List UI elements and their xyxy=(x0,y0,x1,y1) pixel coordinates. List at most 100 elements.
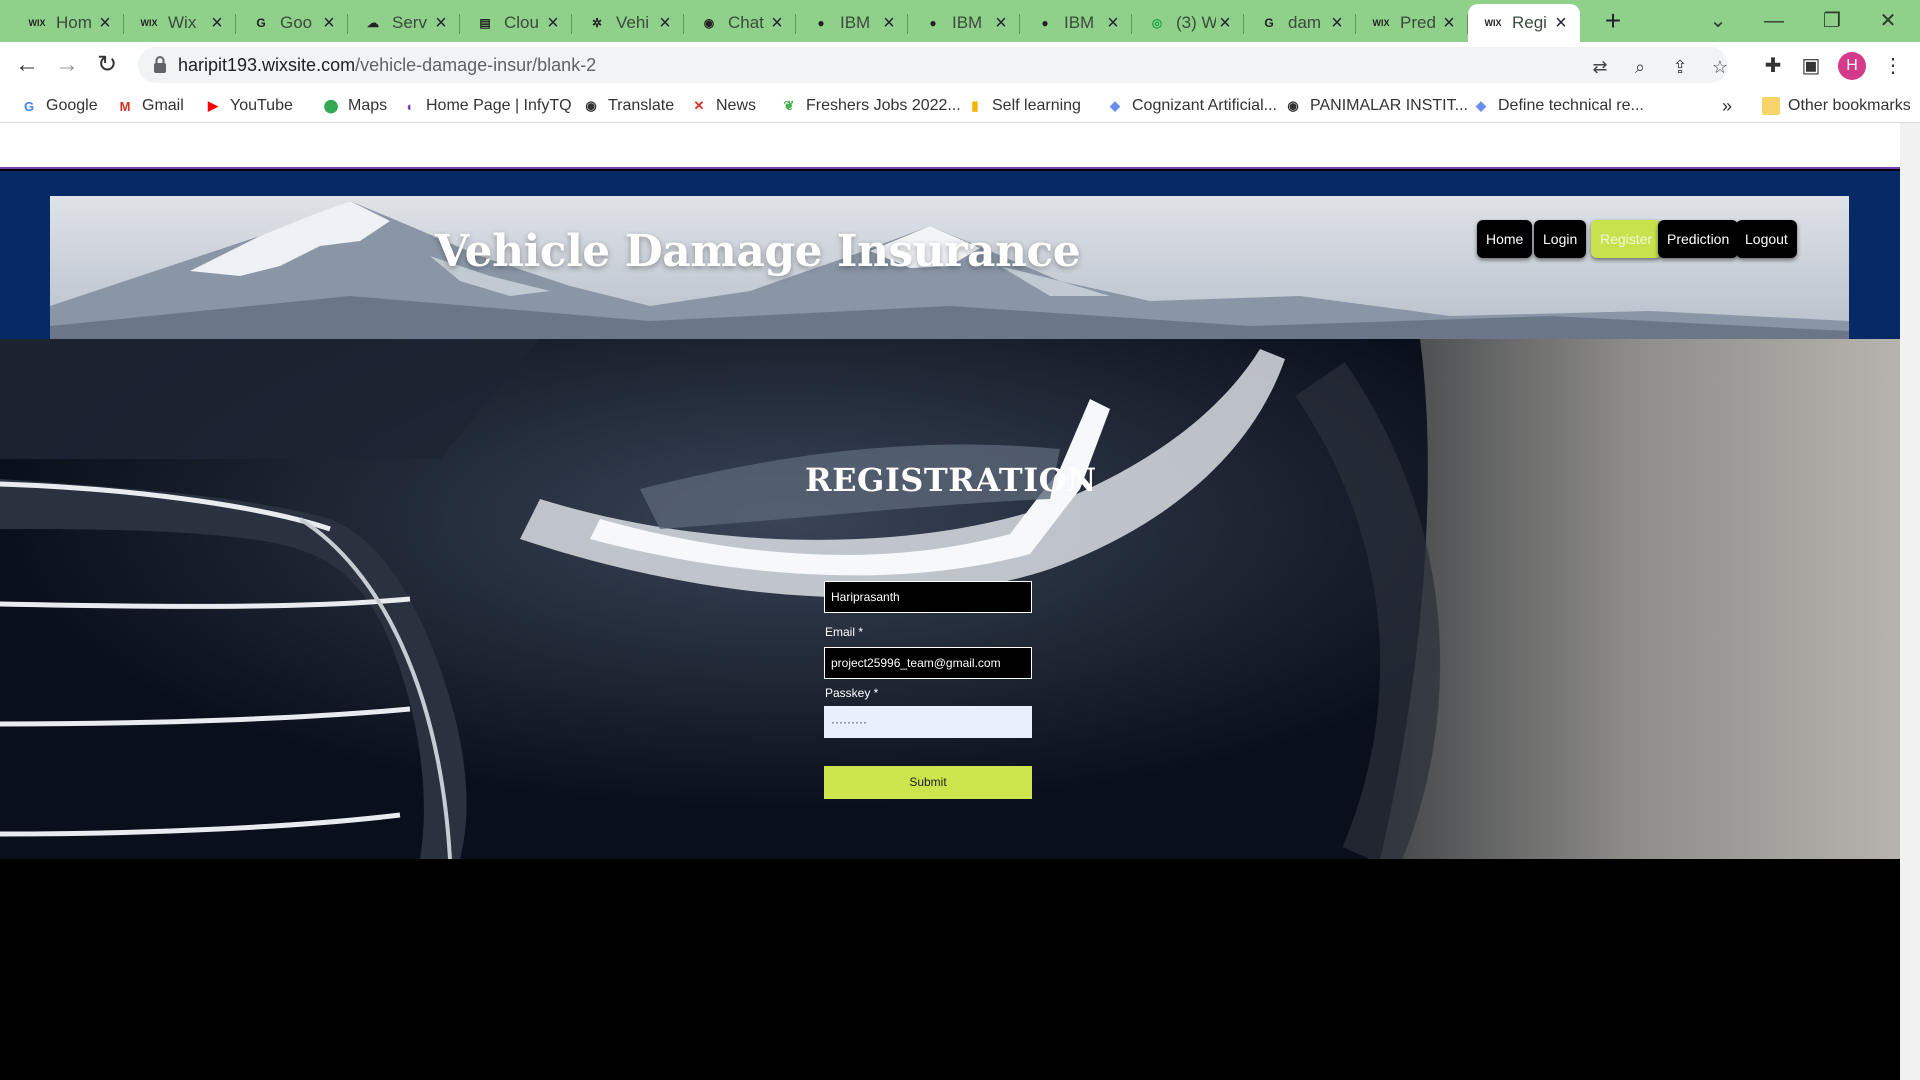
bookmark-label: Gmail xyxy=(142,97,184,114)
tab-title: Wix xyxy=(168,13,197,32)
close-tab-icon[interactable]: × xyxy=(208,12,226,35)
browser-tab[interactable]: Gdam × xyxy=(1244,4,1356,42)
gmail-icon: M xyxy=(119,98,131,114)
tab-search-icon[interactable]: ⌄ xyxy=(1696,6,1740,36)
close-tab-icon[interactable]: × xyxy=(1328,12,1346,35)
minimize-button[interactable]: — xyxy=(1752,6,1796,36)
close-tab-icon[interactable]: × xyxy=(96,12,114,35)
close-tab-icon[interactable]: × xyxy=(768,12,786,35)
extensions-icon[interactable]: ✚ xyxy=(1760,53,1786,79)
tab-title: Regi xyxy=(1512,13,1547,32)
bookmark-item[interactable]: G Google xyxy=(20,94,98,118)
bookmark-label: Self learning xyxy=(992,97,1081,114)
submit-button[interactable]: Submit xyxy=(824,766,1032,799)
close-window-button[interactable]: ✕ xyxy=(1866,6,1910,36)
browser-tab[interactable]: WIX Pred × xyxy=(1356,4,1468,42)
other-bookmarks[interactable]: Other bookmarks xyxy=(1762,94,1911,118)
close-tab-icon[interactable]: × xyxy=(320,12,338,35)
translate-icon[interactable]: ⇄ xyxy=(1588,55,1612,79)
name-input[interactable]: Hariprasanth xyxy=(824,581,1032,613)
google-icon: G xyxy=(23,98,35,114)
bookmark-item[interactable]: ❦ Freshers Jobs 2022... xyxy=(780,94,961,118)
browser-tab[interactable]: ● IBM × xyxy=(796,4,908,42)
close-tab-icon[interactable]: × xyxy=(880,12,898,35)
profile-avatar[interactable]: H xyxy=(1838,52,1866,80)
browser-tab[interactable]: G Goo × xyxy=(236,4,348,42)
close-tab-icon[interactable]: × xyxy=(656,12,674,35)
browser-tab[interactable]: ✲ Vehi × xyxy=(572,4,684,42)
gem-icon: ◆ xyxy=(1110,98,1120,113)
back-button[interactable]: ← xyxy=(12,50,42,80)
web-page: Vehicle Damage Insurance Home Login Regi… xyxy=(0,123,1920,1080)
close-tab-icon[interactable]: × xyxy=(992,12,1010,35)
bookmark-label: Maps xyxy=(348,97,388,114)
bookmark-item[interactable]: ▮ Self learning xyxy=(966,94,1081,118)
news-icon: ✕ xyxy=(693,98,705,113)
close-tab-icon[interactable]: × xyxy=(1104,12,1122,35)
bookmark-star-icon[interactable]: ☆ xyxy=(1708,55,1732,79)
wix-icon: WIX xyxy=(1484,18,1502,28)
nav-prediction[interactable]: Prediction xyxy=(1658,220,1739,258)
browser-tab[interactable]: ◎ (3) W × xyxy=(1132,4,1244,42)
wix-icon: WIX xyxy=(1372,18,1390,28)
browser-tab[interactable]: ● IBM × xyxy=(1020,4,1132,42)
nav-register[interactable]: Register xyxy=(1591,220,1662,258)
browser-tab[interactable]: ◉ Chat × xyxy=(684,4,796,42)
bookmark-item[interactable]: ◉ PANIMALAR INSTIT... xyxy=(1284,94,1468,118)
nav-home[interactable]: Home xyxy=(1477,220,1533,258)
email-input[interactable]: project25996_team@gmail.com xyxy=(824,647,1032,679)
tab-title: (3) W xyxy=(1176,13,1216,32)
bookmark-item[interactable]: ▶ YouTube xyxy=(204,94,293,118)
reload-button[interactable]: ↻ xyxy=(92,50,122,80)
globe-icon: ◉ xyxy=(1287,98,1299,113)
side-panel-icon[interactable]: ▣ xyxy=(1798,53,1824,79)
bookmark-item[interactable]: M Gmail xyxy=(116,94,184,118)
whatsapp-icon: ◎ xyxy=(1151,16,1163,30)
browser-tab[interactable]: ● IBM × xyxy=(908,4,1020,42)
close-tab-icon[interactable]: × xyxy=(1216,12,1234,35)
menu-icon[interactable]: ⋮ xyxy=(1880,53,1906,79)
browser-tab[interactable]: ▤ Clou × xyxy=(460,4,572,42)
bookmark-item[interactable]: ◆ Define technical re... xyxy=(1472,94,1644,118)
bookmark-label: YouTube xyxy=(230,97,293,114)
restore-button[interactable]: ❐ xyxy=(1810,6,1854,36)
tab-title: Goo xyxy=(280,13,313,32)
close-tab-icon[interactable]: × xyxy=(544,12,562,35)
nav-login[interactable]: Login xyxy=(1534,220,1587,258)
zoom-icon[interactable]: ⌕ xyxy=(1628,55,1652,79)
browser-tab[interactable]: WIX Hom × xyxy=(12,4,124,42)
site-title: Vehicle Damage Insurance xyxy=(435,226,1081,277)
tab-title: Hom xyxy=(56,13,92,32)
bookmark-item[interactable]: ⬤ Maps xyxy=(322,94,387,118)
new-tab-button[interactable]: + xyxy=(1598,6,1628,36)
bookmark-item[interactable]: ◉ Translate xyxy=(582,94,674,118)
tab-strip: WIX Hom × WIX Wix × G Goo × ☁ Serv × ▤ Clou × ✲ Vehi × ◉ Ch… xyxy=(0,0,1920,42)
bug-icon: ✲ xyxy=(591,16,603,30)
browser-tab[interactable]: WIX Wix × xyxy=(124,4,236,42)
browser-tab[interactable]: ☁ Serv × xyxy=(348,4,460,42)
bookmark-item[interactable]: ◖ Home Page | InfyTQ xyxy=(400,94,571,118)
share-icon[interactable]: ⇪ xyxy=(1668,55,1692,79)
page-scrollbar[interactable] xyxy=(1900,123,1920,1080)
close-tab-icon[interactable]: × xyxy=(1552,12,1570,35)
bookmarks-bar: G Google M Gmail ▶ YouTube ⬤ Maps ◖ Home Page | I… xyxy=(0,88,1920,123)
bookmark-item[interactable]: ✕ News xyxy=(690,94,756,118)
forward-button[interactable]: → xyxy=(52,50,82,80)
close-tab-icon[interactable]: × xyxy=(432,12,450,35)
close-tab-icon[interactable]: × xyxy=(1440,12,1458,35)
tab-title: Serv xyxy=(392,13,427,32)
wix-top-bar xyxy=(0,123,1920,169)
infytq-icon: ◖ xyxy=(405,98,413,114)
tab-title: dam xyxy=(1288,13,1322,32)
address-bar[interactable]: haripit193.wixsite.com/vehicle-damage-in… xyxy=(138,47,1728,83)
passkey-input[interactable]: ········· xyxy=(824,706,1032,738)
tab-title: Chat xyxy=(728,13,764,32)
nav-logout[interactable]: Logout xyxy=(1736,220,1797,258)
bookmarks-overflow-button[interactable]: » xyxy=(1722,96,1732,117)
bookmark-item[interactable]: ◆ Cognizant Artificial... xyxy=(1106,94,1277,118)
tab-title: IBM xyxy=(840,13,871,32)
github-icon: ● xyxy=(1041,16,1049,30)
cloud-icon: ☁ xyxy=(367,16,379,30)
browser-tab[interactable]: WIX Regi × xyxy=(1468,4,1580,42)
tab-title: Vehi xyxy=(616,13,650,32)
